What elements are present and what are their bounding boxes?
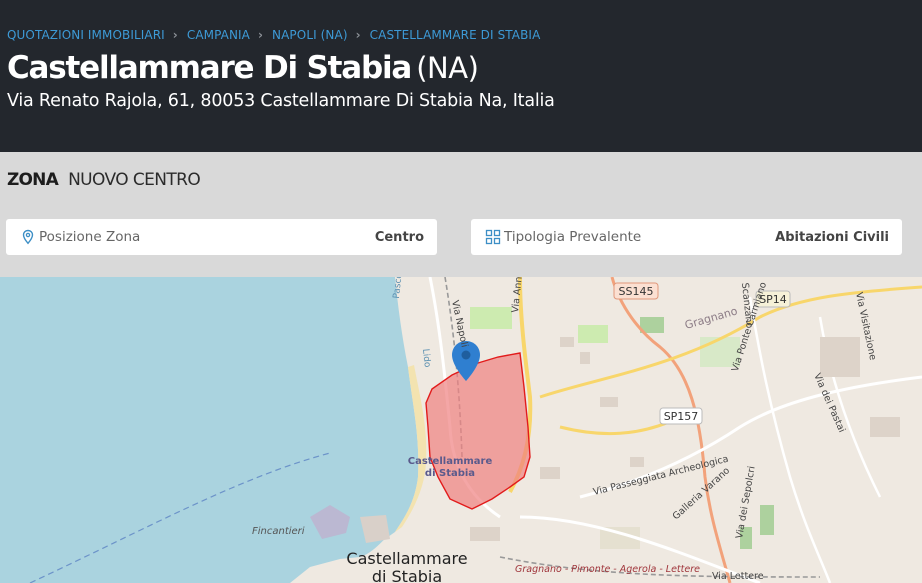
fincantieri-label: Fincantieri bbox=[252, 526, 305, 537]
chevron-right-icon: › bbox=[258, 28, 264, 42]
posizione-zona-card: Posizione Zona Centro bbox=[6, 219, 437, 255]
map-park bbox=[578, 325, 608, 343]
page-header: QUOTAZIONI IMMOBILIARI › CAMPANIA › NAPO… bbox=[0, 0, 922, 152]
ss145-road-label: SS145 bbox=[613, 282, 659, 300]
address-text: Via Renato Rajola, 61, 80053 Castellamma… bbox=[7, 91, 555, 111]
zone-label-line2: di Stabia bbox=[425, 468, 475, 479]
page-title: Castellammare Di Stabia (NA) bbox=[7, 50, 479, 86]
tipologia-prevalente-value: Abitazioni Civili bbox=[775, 229, 889, 245]
breadcrumb-item-campania[interactable]: CAMPANIA bbox=[187, 28, 250, 42]
tipologia-prevalente-label: Tipologia Prevalente bbox=[504, 229, 642, 245]
map-park bbox=[760, 505, 774, 535]
map-park bbox=[470, 307, 512, 329]
chevron-right-icon: › bbox=[355, 28, 361, 42]
chevron-right-icon: › bbox=[172, 28, 178, 42]
map-pin-icon bbox=[20, 229, 36, 245]
svg-text:SP157: SP157 bbox=[664, 410, 699, 423]
breadcrumb: QUOTAZIONI IMMOBILIARI › CAMPANIA › NAPO… bbox=[7, 28, 540, 42]
posizione-zona-value: Centro bbox=[374, 229, 424, 245]
lido-label: Lido bbox=[420, 348, 432, 368]
map-canvas[interactable]: SS145 SP14 SP157 Gragnano Castellammare … bbox=[0, 277, 922, 583]
zone-label-line1: Castellammare bbox=[408, 456, 493, 467]
city-name: Castellammare Di Stabia bbox=[7, 50, 412, 86]
map-sea bbox=[0, 277, 419, 583]
tipologia-prevalente-card: Tipologia Prevalente Abitazioni Civili bbox=[471, 219, 902, 255]
sp157-road-label: SP157 bbox=[659, 407, 703, 425]
via-lettere-label: Via Lettere bbox=[712, 571, 764, 582]
zona-heading: ZONA NUOVO CENTRO bbox=[7, 170, 201, 190]
grid-icon bbox=[485, 229, 501, 245]
zona-label: ZONA bbox=[7, 170, 59, 190]
breadcrumb-item-quotazioni[interactable]: QUOTAZIONI IMMOBILIARI bbox=[7, 28, 165, 42]
zona-value: NUOVO CENTRO bbox=[68, 170, 201, 190]
zone-map[interactable]: SS145 SP14 SP157 Gragnano Castellammare … bbox=[0, 277, 922, 583]
breadcrumb-item-castellammare[interactable]: CASTELLAMMARE DI STABIA bbox=[370, 28, 541, 42]
posizione-zona-label: Posizione Zona bbox=[39, 229, 141, 245]
railway-label: Gragnano - Pimonte - Agerola - Lettere bbox=[515, 564, 700, 575]
province-code: (NA) bbox=[416, 51, 479, 85]
svg-text:SS145: SS145 bbox=[619, 285, 654, 298]
breadcrumb-item-napoli[interactable]: NAPOLI (NA) bbox=[272, 28, 348, 42]
city-label-line1: Castellammare bbox=[346, 549, 467, 568]
city-label-line2: di Stabia bbox=[372, 567, 442, 583]
